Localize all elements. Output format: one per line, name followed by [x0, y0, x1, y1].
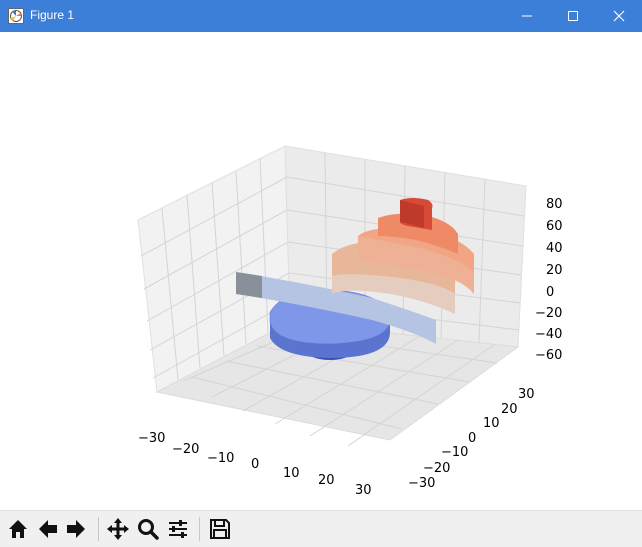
y-tick-label: −20 — [423, 461, 450, 476]
home-button[interactable] — [4, 515, 32, 543]
y-tick-label: 30 — [518, 387, 535, 402]
maximize-icon — [568, 11, 578, 21]
arrow-left-icon — [39, 520, 57, 538]
toolbar-separator — [98, 517, 99, 541]
z-axis-ticks: 80 60 40 20 0 −20 −40 −60 — [535, 197, 563, 363]
z-tick-label: −40 — [535, 327, 562, 342]
forward-button[interactable] — [62, 515, 90, 543]
x-tick-label: 0 — [251, 457, 259, 472]
window-title: Figure 1 — [30, 8, 75, 22]
home-icon — [9, 520, 27, 538]
matplotlib-logo-icon — [8, 8, 24, 24]
y-tick-label: −10 — [441, 445, 468, 460]
x-tick-label: 20 — [318, 473, 335, 488]
configure-subplots-button[interactable] — [164, 515, 192, 543]
pan-button[interactable] — [104, 515, 132, 543]
save-button[interactable] — [206, 515, 234, 543]
minimize-button-alt[interactable] — [504, 0, 550, 32]
z-tick-label: 40 — [546, 241, 563, 256]
y-tick-label: 10 — [483, 416, 500, 431]
x-tick-label: −20 — [172, 442, 199, 457]
title-bar[interactable]: Figure 1 — [0, 0, 642, 32]
close-button[interactable] — [596, 0, 642, 32]
x-tick-label: 10 — [283, 466, 300, 481]
x-tick-label: −10 — [207, 451, 234, 466]
minimize-icon — [522, 15, 532, 17]
z-tick-label: 60 — [546, 219, 563, 234]
z-tick-label: −60 — [535, 348, 562, 363]
magnifier-icon — [138, 519, 159, 540]
sliders-icon — [169, 520, 187, 538]
move-icon — [107, 518, 129, 540]
zoom-button[interactable] — [134, 515, 162, 543]
save-icon — [210, 519, 230, 539]
y-tick-label: 0 — [468, 431, 476, 446]
y-tick-label: −30 — [408, 476, 435, 491]
z-tick-label: 0 — [546, 285, 554, 300]
figure-window: Figure 1 80 60 40 20 0 −20 −40 −60 −30 −… — [0, 0, 642, 547]
y-tick-label: 20 — [501, 402, 518, 417]
back-button[interactable] — [34, 515, 62, 543]
maximize-button[interactable] — [550, 0, 596, 32]
x-axis-ticks: −30 −20 −10 0 10 20 30 — [138, 431, 372, 498]
toolbar-separator — [199, 517, 200, 541]
x-tick-label: 30 — [355, 483, 372, 498]
x-tick-label: −30 — [138, 431, 165, 446]
z-tick-label: 80 — [546, 197, 563, 212]
arrow-right-icon — [67, 520, 85, 538]
z-tick-label: −20 — [535, 306, 562, 321]
z-tick-label: 20 — [546, 263, 563, 278]
navigation-toolbar — [0, 510, 642, 547]
figure-canvas[interactable]: 80 60 40 20 0 −20 −40 −60 −30 −20 −10 0 … — [0, 32, 642, 510]
axes-3d[interactable]: 80 60 40 20 0 −20 −40 −60 −30 −20 −10 0 … — [0, 32, 642, 510]
close-icon — [613, 10, 625, 22]
